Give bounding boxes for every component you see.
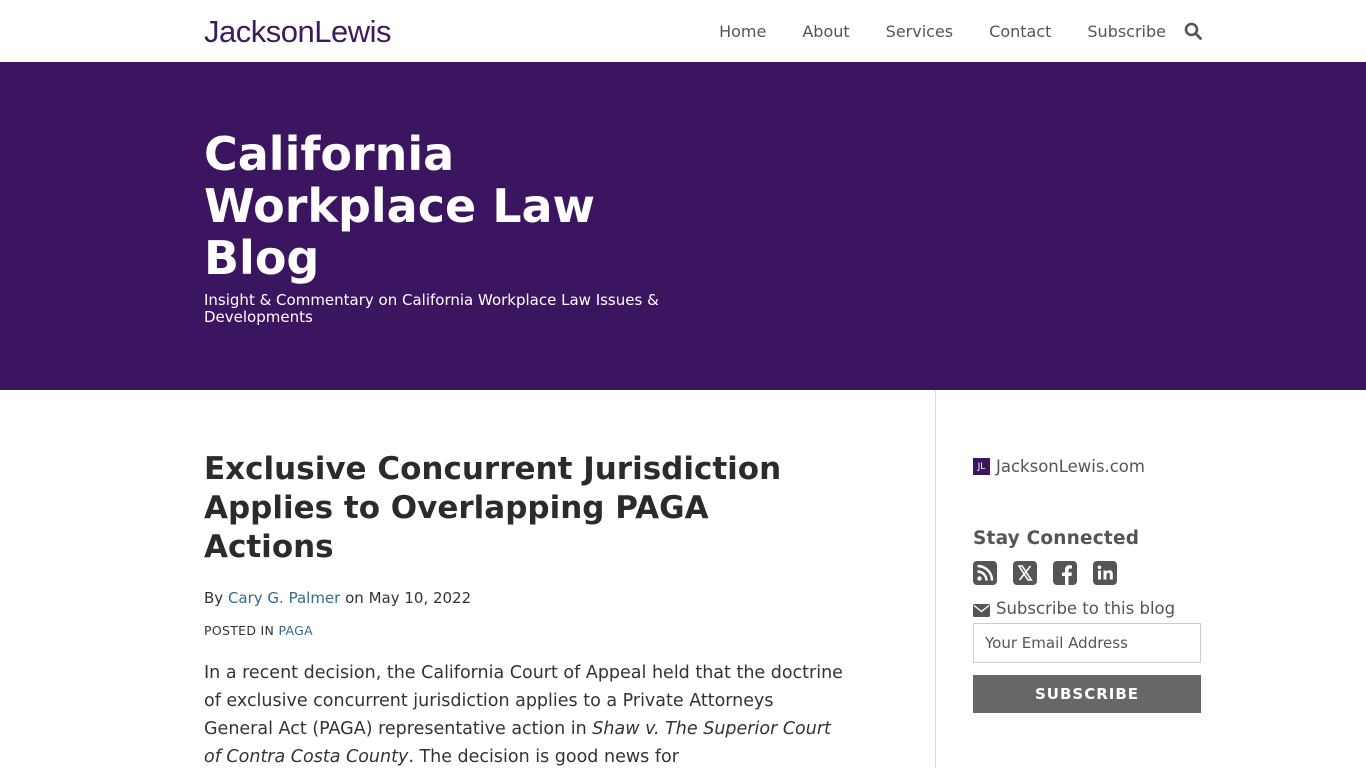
x-twitter-icon[interactable] bbox=[1013, 561, 1037, 585]
author-link[interactable]: Cary G. Palmer bbox=[228, 589, 340, 607]
category-link[interactable]: PAGA bbox=[278, 623, 313, 638]
search-icon[interactable] bbox=[1184, 22, 1202, 40]
site-link-text[interactable]: JacksonLewis.com bbox=[996, 457, 1145, 476]
top-navbar: JacksonLewis Home About Services Contact… bbox=[0, 0, 1366, 62]
byline-on: on bbox=[345, 589, 364, 607]
body-text-2: . The decision is good news for bbox=[408, 747, 679, 767]
social-links bbox=[973, 561, 1133, 585]
nav-home[interactable]: Home bbox=[719, 22, 766, 41]
subscribe-to-blog: Subscribe to this blog bbox=[973, 599, 1175, 618]
envelope-icon bbox=[973, 602, 990, 617]
article-title[interactable]: Exclusive Concurrent Jurisdiction Applie… bbox=[204, 450, 844, 567]
email-input[interactable] bbox=[973, 623, 1201, 663]
byline-prefix: By bbox=[204, 589, 224, 607]
nav-services[interactable]: Services bbox=[886, 22, 953, 41]
blog-tagline: Insight & Commentary on California Workp… bbox=[204, 291, 659, 326]
blog-hero: California Workplace Law Blog Insight & … bbox=[0, 62, 1366, 390]
posted-in: POSTED IN PAGA bbox=[204, 623, 313, 638]
nav-about[interactable]: About bbox=[802, 22, 849, 41]
posted-in-label: POSTED IN bbox=[204, 623, 275, 638]
jacksonlewis-logo[interactable]: JacksonLewis bbox=[204, 14, 391, 50]
column-divider bbox=[935, 390, 936, 768]
stay-connected-heading: Stay Connected bbox=[973, 528, 1140, 549]
article-date: May 10, 2022 bbox=[368, 589, 472, 607]
main-nav: Home About Services Contact Subscribe bbox=[683, 0, 1202, 62]
nav-subscribe[interactable]: Subscribe bbox=[1087, 22, 1166, 41]
linkedin-icon[interactable] bbox=[1093, 561, 1117, 585]
subscribe-button[interactable]: SUBSCRIBE bbox=[973, 675, 1201, 713]
jacksonlewis-site-link[interactable]: JL JacksonLewis.com bbox=[973, 457, 1145, 476]
article-byline: By Cary G. Palmer on May 10, 2022 bbox=[204, 589, 471, 607]
facebook-icon[interactable] bbox=[1053, 561, 1077, 585]
jl-logo-icon: JL bbox=[973, 458, 990, 475]
rss-icon[interactable] bbox=[973, 561, 997, 585]
article-body: In a recent decision, the California Cou… bbox=[204, 659, 844, 768]
blog-title[interactable]: California Workplace Law Blog bbox=[204, 128, 674, 284]
subscribe-label: Subscribe to this blog bbox=[996, 599, 1176, 618]
nav-contact[interactable]: Contact bbox=[989, 22, 1051, 41]
